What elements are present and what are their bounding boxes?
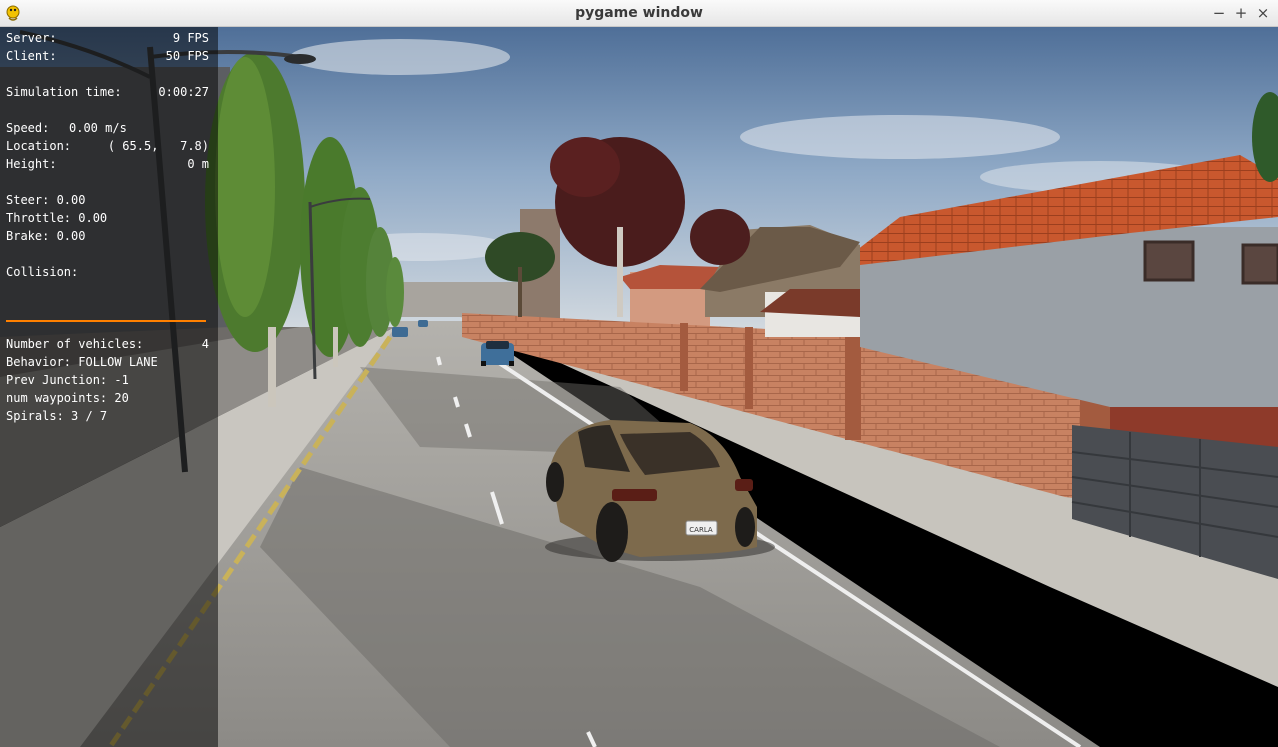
close-button[interactable]: × — [1253, 3, 1273, 23]
height-value: 0 m — [187, 157, 209, 171]
client-label: Client: — [6, 49, 57, 63]
hud-vehicles: Number of vehicles: 4 — [6, 337, 209, 353]
hud-steer: Steer: 0.00 — [6, 193, 86, 207]
vehicles-count: 4 — [201, 337, 209, 351]
hud-num-waypoints: num waypoints: 20 — [6, 391, 129, 405]
house-window — [1143, 240, 1195, 282]
hud-location: Location: ( 65.5, 7.8) — [6, 139, 209, 155]
height-label: Height: — [6, 157, 57, 171]
sim-time-label: Simulation time: — [6, 85, 122, 99]
minimize-button[interactable]: − — [1209, 3, 1229, 23]
maximize-button[interactable]: + — [1231, 3, 1251, 23]
server-fps: 9 FPS — [172, 31, 209, 45]
location-label: Location: — [6, 139, 72, 153]
red-tree — [690, 209, 750, 265]
distant-building — [400, 282, 520, 317]
hud-behavior: Behavior: FOLLOW LANE — [6, 355, 158, 369]
hud-height: Height: 0 m — [6, 157, 209, 173]
hud-spirals: Spirals: 3 / 7 — [6, 409, 108, 423]
hud-speed: Speed: 0.00 m/s — [6, 121, 209, 137]
hud-server: Server: 9 FPS — [6, 31, 209, 47]
server-label: Server: — [6, 31, 57, 45]
window-titlebar[interactable]: pygame window − + × — [0, 0, 1278, 27]
vehicles-label: Number of vehicles: — [6, 337, 144, 351]
house-window — [1241, 243, 1278, 285]
tree-trunk — [617, 227, 623, 317]
speed-value: 0.00 m/s — [69, 121, 127, 135]
distant-car — [392, 327, 408, 337]
client-fps: 50 FPS — [165, 49, 209, 63]
license-plate: CARLA — [689, 526, 713, 534]
hud-client: Client: 50 FPS — [6, 49, 209, 65]
speed-label: Speed: — [6, 121, 50, 135]
sim-time-value: 0:00:27 — [158, 85, 209, 99]
hud-collision: Collision: — [6, 265, 79, 279]
red-tree — [550, 137, 620, 197]
collision-history-bar — [6, 320, 206, 322]
cloud — [290, 39, 510, 75]
blue-car — [481, 341, 514, 366]
lamp-head — [284, 54, 316, 64]
hud-prev-junction: Prev Junction: -1 — [6, 373, 129, 387]
hud-brake: Brake: 0.00 — [6, 229, 86, 243]
hud-simulation-time: Simulation time: 0:00:27 — [6, 85, 209, 101]
palm-trunk — [518, 267, 522, 317]
hud-throttle: Throttle: 0.00 — [6, 211, 108, 225]
distant-car — [418, 320, 428, 327]
window-title: pygame window — [575, 5, 703, 21]
location-value: ( 65.5, 7.8) — [107, 139, 209, 153]
hud-panel: Server: 9 FPS Client: 50 FPS Simulation ti… — [0, 27, 218, 747]
cloud — [740, 115, 1060, 159]
